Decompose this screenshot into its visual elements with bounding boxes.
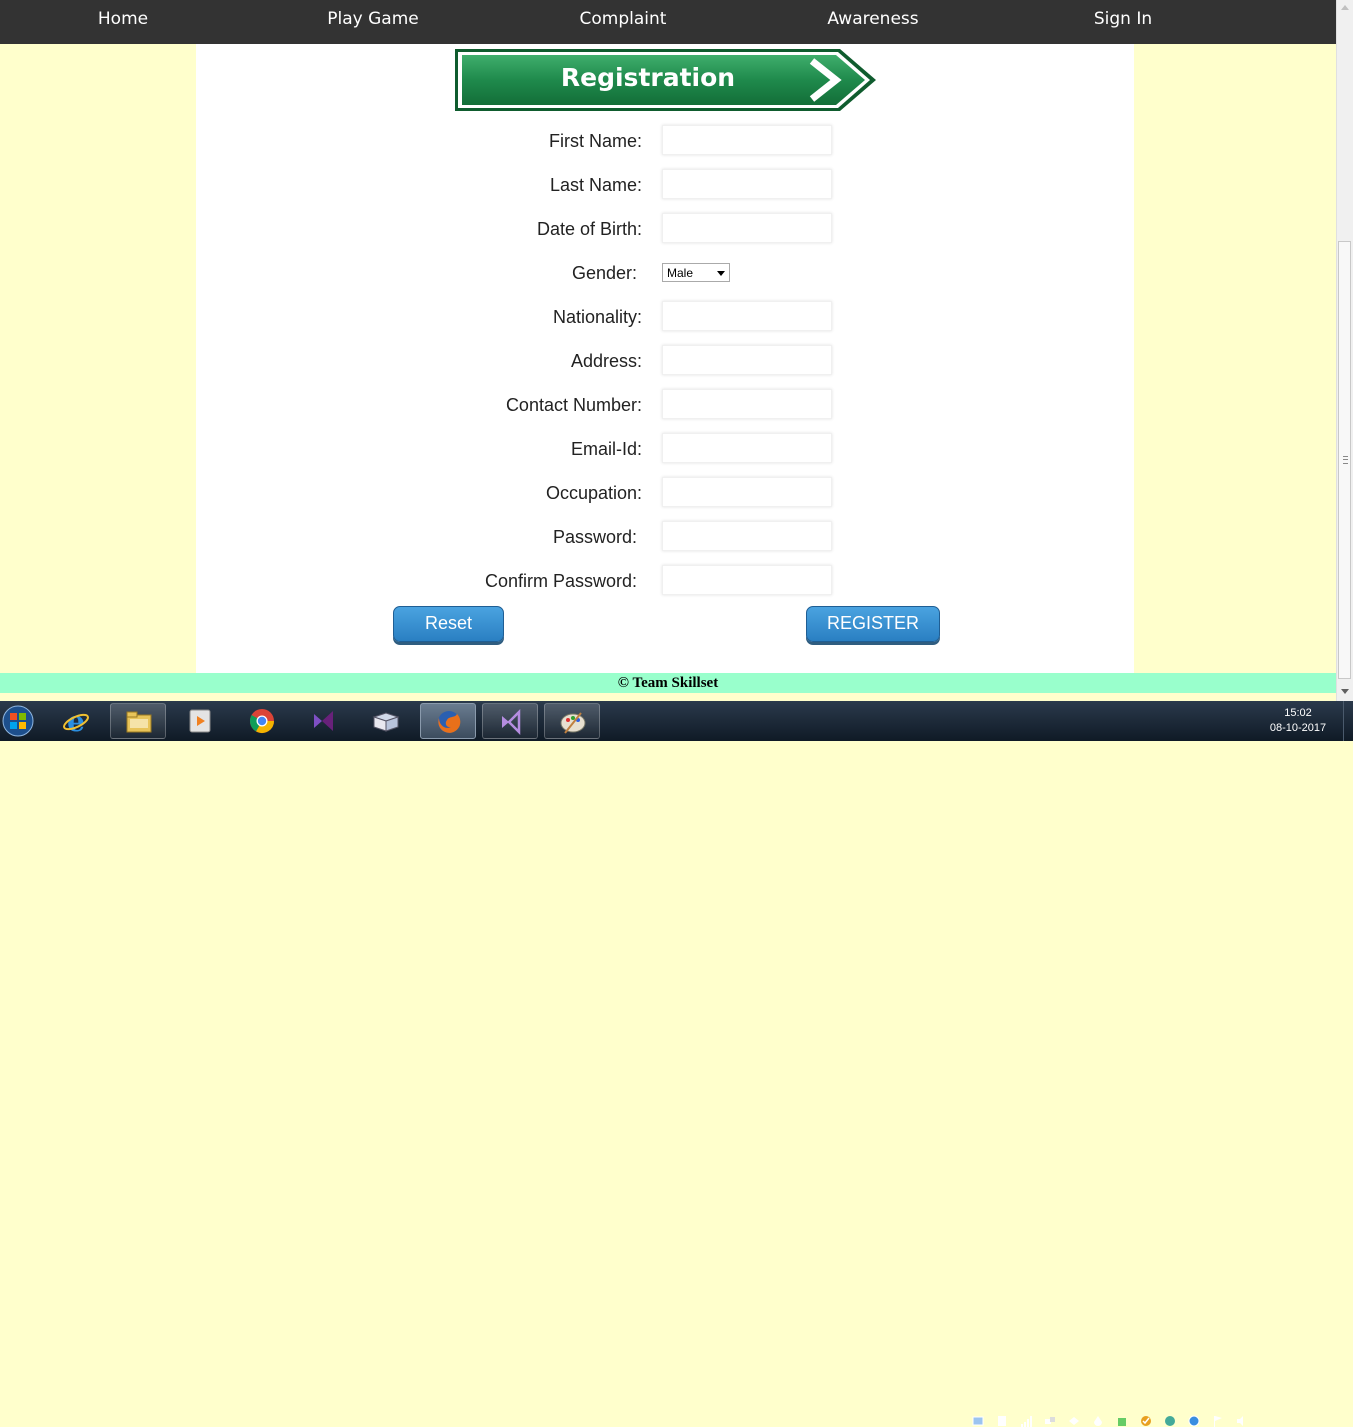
- scrollbar-thumb[interactable]: [1338, 241, 1351, 679]
- globe-icon[interactable]: [1188, 1415, 1200, 1427]
- first-name-label: First Name:: [548, 131, 642, 151]
- taskbar-firefox[interactable]: [420, 703, 476, 739]
- taskbar-paint[interactable]: [544, 703, 600, 739]
- security-check-icon[interactable]: [1140, 1415, 1152, 1427]
- show-desktop-button[interactable]: [1343, 701, 1353, 741]
- nationality-label: Nationality:: [552, 307, 642, 327]
- usb-device-icon[interactable]: [1068, 1415, 1080, 1427]
- date-of-birth-input[interactable]: [662, 213, 832, 243]
- visual-studio-icon: [314, 711, 333, 731]
- taskbar-chrome[interactable]: [234, 703, 290, 739]
- windows-orb-icon: [2, 705, 34, 737]
- occupation-input[interactable]: [662, 477, 832, 507]
- clock-time: 15:02: [1284, 707, 1312, 719]
- nav-sign-in[interactable]: Sign In: [1023, 0, 1223, 40]
- network-icon[interactable]: [1044, 1415, 1056, 1427]
- email-id-label: Email-Id:: [570, 439, 642, 459]
- last-name-label: Last Name:: [549, 175, 642, 195]
- paint-palette-icon: [560, 712, 586, 734]
- address-input[interactable]: [662, 345, 832, 375]
- scroll-down-icon[interactable]: [1341, 689, 1349, 694]
- top-navbar: Home Play Game Complaint Awareness Sign …: [0, 0, 1336, 44]
- nationality-input[interactable]: [662, 301, 832, 331]
- folder-icon: [126, 711, 152, 733]
- first-name-input[interactable]: [662, 125, 832, 155]
- contact-number-input[interactable]: [662, 389, 832, 419]
- start-button[interactable]: [0, 701, 38, 741]
- chrome-icon: [249, 709, 274, 734]
- volume-icon[interactable]: [1236, 1415, 1248, 1427]
- banner-text: Registration: [561, 63, 735, 92]
- grip-icon: [1343, 456, 1348, 464]
- nav-play-game[interactable]: Play Game: [273, 0, 473, 40]
- dropdown-arrow-icon: [717, 271, 725, 276]
- svg-text:e: e: [67, 707, 85, 735]
- occupation-label: Occupation:: [545, 483, 642, 503]
- water-drop-icon[interactable]: [1092, 1415, 1104, 1427]
- footer: © Team Skillset: [0, 673, 1336, 693]
- internet-explorer-icon: e: [63, 707, 89, 735]
- taskbar-visual-studio[interactable]: [296, 703, 352, 739]
- battery-plug-icon[interactable]: [1116, 1415, 1128, 1427]
- confirm-password-label: Confirm Password:: [484, 571, 637, 591]
- network-drive-icon[interactable]: [972, 1415, 984, 1427]
- nav-awareness[interactable]: Awareness: [773, 0, 973, 40]
- email-id-input[interactable]: [662, 433, 832, 463]
- sync-icon[interactable]: [1164, 1415, 1176, 1427]
- nav-home[interactable]: Home: [23, 0, 223, 40]
- visual-studio-icon: [502, 708, 521, 736]
- taskbar-visual-studio-2[interactable]: [482, 703, 538, 739]
- action-center-flag-icon[interactable]: [1212, 1415, 1224, 1427]
- taskbar-reader[interactable]: [358, 703, 414, 739]
- taskbar-media-player[interactable]: [172, 703, 228, 739]
- clock-date: 08-10-2017: [1269, 722, 1327, 734]
- contact-number-label: Contact Number:: [505, 395, 642, 415]
- gender-label: Gender:: [571, 263, 637, 283]
- registration-sign-banner: Registration: [455, 49, 876, 111]
- date-of-birth-label: Date of Birth:: [536, 219, 642, 239]
- address-label: Address:: [570, 351, 642, 371]
- password-label: Password:: [552, 527, 637, 547]
- book-icon: [372, 712, 400, 732]
- firefox-icon: [438, 711, 461, 733]
- gender-select[interactable]: Male: [662, 263, 730, 282]
- taskbar-file-explorer[interactable]: [110, 703, 166, 739]
- gender-selected-value: Male: [667, 266, 694, 280]
- password-input[interactable]: [662, 521, 832, 551]
- nav-complaint[interactable]: Complaint: [523, 0, 723, 40]
- system-clock[interactable]: 15:02 08-10-2017: [1262, 706, 1334, 736]
- taskbar: e 15:02 08-10-2017: [0, 701, 1353, 1427]
- confirm-password-input[interactable]: [662, 565, 832, 595]
- last-name-input[interactable]: [662, 169, 832, 199]
- media-player-icon: [189, 709, 211, 733]
- footer-text: © Team Skillset: [617, 675, 719, 691]
- register-button[interactable]: REGISTER: [806, 606, 940, 642]
- signal-strength-icon[interactable]: [1020, 1415, 1032, 1427]
- taskbar-internet-explorer[interactable]: e: [48, 703, 104, 739]
- scroll-up-icon[interactable]: [1341, 5, 1349, 10]
- clipboard-icon[interactable]: [996, 1415, 1008, 1427]
- reset-button[interactable]: Reset: [393, 606, 504, 642]
